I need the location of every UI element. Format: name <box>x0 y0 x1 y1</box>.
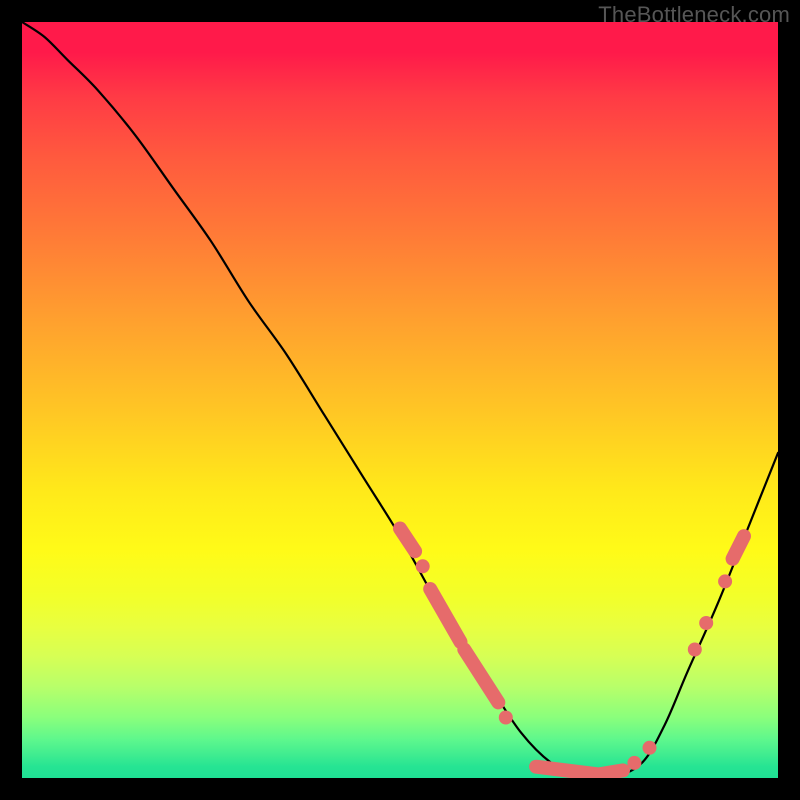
curve-marker-pill <box>400 529 415 552</box>
marker-layer <box>400 529 744 775</box>
curve-marker <box>499 711 513 725</box>
curve-marker <box>699 616 713 630</box>
curve-marker-pill <box>600 770 623 774</box>
curve-marker <box>627 756 641 770</box>
curve-marker-pill <box>430 589 460 642</box>
bottleneck-curve <box>22 22 778 778</box>
curve-marker <box>688 643 702 657</box>
curve-marker <box>718 574 732 588</box>
curve-marker-pill <box>536 767 597 775</box>
curve-marker <box>416 559 430 573</box>
plot-svg <box>22 22 778 778</box>
chart-container: { "watermark": "TheBottleneck.com", "cha… <box>0 0 800 800</box>
curve-marker <box>643 741 657 755</box>
curve-layer <box>22 22 778 778</box>
curve-marker-pill <box>464 650 498 703</box>
plot-area <box>22 22 778 778</box>
curve-marker-pill <box>733 536 744 559</box>
